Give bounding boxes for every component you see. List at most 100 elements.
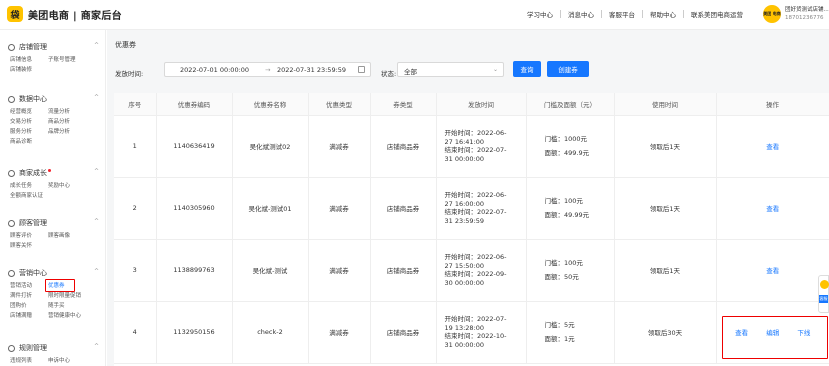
chevron-down-icon: ⌄ xyxy=(492,66,498,73)
chevron-up-icon[interactable]: ^ xyxy=(94,218,99,225)
sidebar-item[interactable]: 商品分析 xyxy=(48,117,86,127)
sidebar-item[interactable]: 商品诊断 xyxy=(10,137,48,147)
main-content: 优惠券 发放时间: 2022-07-01 00:00:00 → 2022-07-… xyxy=(107,30,829,366)
sidebar-item[interactable]: 品牌分析 xyxy=(48,127,86,137)
date-label: 发放时间: xyxy=(115,70,144,78)
query-button[interactable]: 查询 xyxy=(513,61,541,77)
cell-name: 吴化斌-测试01 xyxy=(232,177,309,240)
sidebar-item[interactable]: 成长任务 xyxy=(10,181,48,191)
cell-no: 4 xyxy=(114,301,157,364)
sidebar-item[interactable]: 顾客画像 xyxy=(48,231,86,241)
chart-icon xyxy=(8,95,15,103)
chevron-up-icon[interactable]: ^ xyxy=(94,268,99,275)
cell-issue-time: 开始时间：2022-06- 27 15:50:00 结束时间：2022-09- 30… xyxy=(436,239,527,302)
chevron-up-icon[interactable]: ^ xyxy=(94,343,99,350)
cell-no: 3 xyxy=(114,239,157,302)
sidebar-section-title[interactable]: 数据中心 xyxy=(8,94,47,104)
sidebar-item[interactable]: 团购价 xyxy=(10,301,48,311)
sidebar-item[interactable]: 限时限量促销 xyxy=(48,291,86,301)
sidebar-item[interactable]: 店铺信息 xyxy=(10,55,48,65)
cell-code: 1132950156 xyxy=(156,301,233,364)
cell-ops: 查看 xyxy=(715,177,829,240)
col-header: 使用时间 xyxy=(614,93,717,116)
view-link[interactable]: 查看 xyxy=(766,205,779,213)
cell-type: 满减券 xyxy=(308,301,371,364)
calendar-icon xyxy=(358,66,365,73)
col-header: 序号 xyxy=(114,93,157,116)
nav-help-center[interactable]: 帮助中心 xyxy=(643,9,683,19)
sidebar-item[interactable]: 满件打折 xyxy=(10,291,48,301)
sidebar-item[interactable]: 申诉中心 xyxy=(48,356,86,366)
floating-service-widget[interactable]: 客服 xyxy=(818,275,829,313)
user-phone: 18701236776 xyxy=(785,15,824,21)
col-header: 发放时间 xyxy=(436,93,527,116)
view-link[interactable]: 查看 xyxy=(766,267,779,275)
cell-threshold: 门槛：1000元 面额：499.9元 xyxy=(526,115,615,178)
sidebar-item[interactable]: 经营概览 xyxy=(10,107,48,117)
rules-icon xyxy=(8,344,15,352)
cell-ops: 查看 xyxy=(715,115,829,178)
service-label: 客服 xyxy=(819,295,828,303)
sidebar-item[interactable]: 店铺满赠 xyxy=(10,311,48,321)
view-link[interactable]: 查看 xyxy=(766,143,779,151)
coupon-table: 序号 优惠券编码 优惠券名称 优惠类型 券类型 发放时间 门槛及面额（元） 使用… xyxy=(114,93,829,366)
sidebar-item[interactable]: 随手买 xyxy=(48,301,86,311)
sidebar-item[interactable]: 子账号管理 xyxy=(48,55,86,65)
new-badge xyxy=(48,169,51,172)
cell-no: 2 xyxy=(114,177,157,240)
cell-code: 1138899763 xyxy=(156,239,233,302)
sidebar-section-title[interactable]: 顾客管理 xyxy=(8,218,47,228)
brand-logo[interactable]: 袋 美团电商 | 商家后台 xyxy=(7,5,122,23)
chevron-up-icon[interactable]: ^ xyxy=(94,168,99,175)
sidebar-item[interactable]: 顾客评价 xyxy=(10,231,48,241)
table-row: 1 1140636419 吴化斌测试02 满减券 店铺商品券 开始时间：2022… xyxy=(114,115,829,178)
sidebar-item[interactable]: 奖励中心 xyxy=(48,181,86,191)
sidebar-item[interactable]: 营销活动 xyxy=(10,281,48,291)
cell-name: 吴化斌-测试 xyxy=(232,239,309,302)
cell-coupon-type: 店铺商品券 xyxy=(370,301,437,364)
date-range-picker[interactable]: 2022-07-01 00:00:00 → 2022-07-31 23:59:5… xyxy=(164,62,371,77)
sidebar-item[interactable]: 顾客关怀 xyxy=(10,241,48,251)
table-row: 3 1138899763 吴化斌-测试 满减券 店铺商品券 开始时间：2022-… xyxy=(114,239,829,302)
cell-coupon-type: 店铺商品券 xyxy=(370,177,437,240)
sidebar-item[interactable]: 流量分析 xyxy=(48,107,86,117)
cell-use-time: 领取后1天 xyxy=(614,177,717,240)
user-icon xyxy=(8,219,15,227)
sidebar-item[interactable]: 服务分析 xyxy=(10,127,48,137)
table-row: 2 1140305960 吴化斌-测试01 满减券 店铺商品券 开始时间：202… xyxy=(114,177,829,240)
nav-contact-ops[interactable]: 联系美团电商运营 xyxy=(684,9,750,19)
user-menu[interactable]: 美团 电商 团好货测试店铺... 18701236776 xyxy=(763,5,829,23)
status-select[interactable]: 全部 ⌄ xyxy=(397,62,504,77)
sidebar-section-title[interactable]: 规则管理 xyxy=(8,343,47,353)
growth-icon xyxy=(8,169,15,177)
cell-no: 1 xyxy=(114,115,157,178)
chevron-up-icon[interactable]: ^ xyxy=(94,94,99,101)
cell-use-time: 领取后30天 xyxy=(614,301,717,364)
col-header: 券类型 xyxy=(370,93,437,116)
sidebar-item[interactable]: 全额商家认证 xyxy=(10,191,48,201)
highlight-box xyxy=(45,279,75,292)
arrow-right-icon: → xyxy=(265,65,271,74)
cell-type: 满减券 xyxy=(308,115,371,178)
sidebar-item[interactable]: 交易分析 xyxy=(10,117,48,127)
create-coupon-button[interactable]: 创建券 xyxy=(547,61,589,77)
sidebar-section-title[interactable]: 营销中心 xyxy=(8,268,47,278)
cell-threshold: 门槛：100元 面额：49.99元 xyxy=(526,177,615,240)
top-bar: 袋 美团电商 | 商家后台 学习中心 消息中心 客服平台 帮助中心 联系美团电商… xyxy=(0,0,829,30)
highlight-box xyxy=(722,316,828,359)
service-avatar-icon xyxy=(820,280,829,289)
date-start[interactable]: 2022-07-01 00:00:00 xyxy=(180,66,249,74)
cell-code: 1140305960 xyxy=(156,177,233,240)
chevron-up-icon[interactable]: ^ xyxy=(94,42,99,49)
cell-use-time: 领取后1天 xyxy=(614,115,717,178)
nav-message-center[interactable]: 消息中心 xyxy=(561,9,601,19)
sidebar-section-title[interactable]: 店铺管理 xyxy=(8,42,47,52)
sidebar-item[interactable]: 店铺装修 xyxy=(10,65,48,75)
date-end[interactable]: 2022-07-31 23:59:59 xyxy=(277,66,346,74)
cell-use-time: 领取后1天 xyxy=(614,239,717,302)
sidebar-item[interactable]: 营销健康中心 xyxy=(48,311,86,321)
nav-learning-center[interactable]: 学习中心 xyxy=(520,9,560,19)
sidebar-item[interactable]: 违规列表 xyxy=(10,356,48,366)
sidebar-section-title[interactable]: 商家成长 xyxy=(8,168,51,178)
nav-customer-service[interactable]: 客服平台 xyxy=(602,9,642,19)
